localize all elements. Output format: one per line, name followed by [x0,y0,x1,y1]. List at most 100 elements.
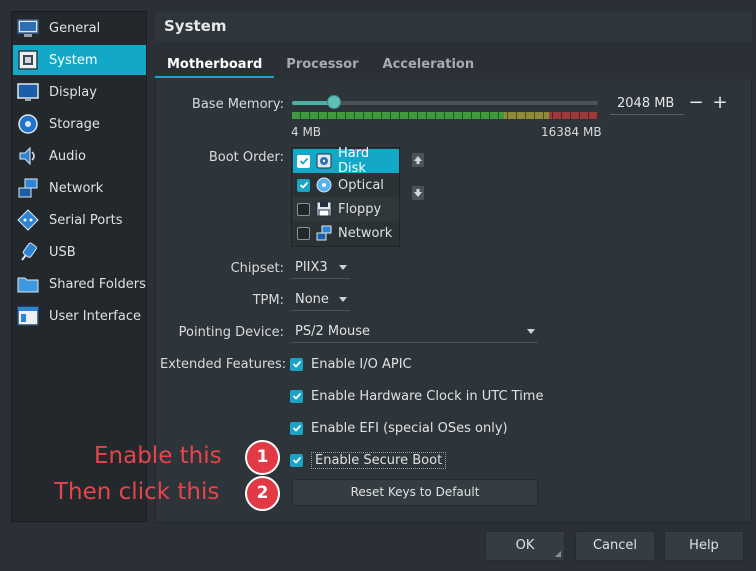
sidebar-item-label: Serial Ports [49,212,123,228]
sidebar-item-network[interactable]: Network [13,173,146,203]
sidebar-item-shared-folders[interactable]: Shared Folders [13,269,146,299]
chevron-down-icon [339,265,347,270]
resize-grip-icon [555,551,561,557]
base-memory-decrease-button[interactable]: − [688,92,704,114]
hard-disk-icon [316,153,332,169]
cancel-button[interactable]: Cancel [575,531,655,561]
base-memory-value-field[interactable]: 2048 MB [610,93,684,115]
sidebar-item-label: Audio [49,148,86,164]
arrow-down-icon [414,189,422,197]
chipset-value: PIIX3 [295,260,328,275]
display-icon [17,83,39,101]
pointing-device-value: PS/2 Mouse [295,324,371,339]
sidebar-item-label: USB [49,244,76,260]
chip-board-icon [18,50,38,70]
ok-button[interactable]: OK [485,531,565,561]
serial-port-icon [17,209,39,231]
boot-item-label: Hard Disk [338,146,370,176]
sidebar-item-user-interface[interactable]: User Interface [13,301,146,331]
pointing-device-label: Pointing Device: [178,325,284,340]
tpm-label: TPM: [252,293,284,308]
monitor-icon [17,19,39,37]
base-memory-max-label: 16384 MB [541,125,602,139]
annotation-step-1-badge: 1 [245,440,280,475]
chevron-down-icon [527,329,535,334]
boot-item-hard-disk[interactable]: Hard Disk [293,146,399,176]
boot-item-floppy[interactable]: Floppy [293,197,399,221]
tab-processor[interactable]: Processor [274,52,370,78]
boot-item-network[interactable]: Network [293,221,399,245]
sidebar-item-display[interactable]: Display [13,77,146,107]
floppy-icon [316,201,332,217]
sidebar-item-system[interactable]: System [13,45,146,75]
base-memory-increase-button[interactable]: + [712,92,728,114]
efi-checkbox[interactable] [290,421,303,435]
annotation-step-2-text: Then click this [54,479,220,505]
utc-clock-checkbox[interactable] [290,389,303,403]
boot-item-checkbox[interactable] [297,202,310,216]
tpm-value: None [295,292,329,307]
folder-icon [17,277,39,293]
sidebar-item-label: Storage [49,116,100,132]
annotation-step-1-text: Enable this [94,443,222,469]
page-title: System [164,17,227,35]
boot-item-optical[interactable]: Optical [293,173,399,197]
utc-clock-label: Enable Hardware Clock in UTC Time [311,388,544,404]
sidebar-item-storage[interactable]: Storage [13,109,146,139]
tpm-select[interactable]: None [291,289,350,311]
boot-item-label: Floppy [338,201,382,217]
enable-io-apic-option[interactable]: Enable I/O APIC [290,355,412,373]
pointing-device-select[interactable]: PS/2 Mouse [291,321,538,343]
base-memory-ticks [292,112,598,119]
tab-bar: Motherboard Processor Acceleration [155,52,486,80]
optical-disc-icon [316,177,332,193]
network-icon [18,178,38,198]
tab-acceleration[interactable]: Acceleration [371,52,487,78]
secure-boot-label: Enable Secure Boot [311,451,447,469]
boot-item-label: Optical [338,177,384,193]
sidebar-item-audio[interactable]: Audio [13,141,146,171]
boot-item-checkbox[interactable] [297,154,310,168]
sidebar-item-label: User Interface [49,308,141,324]
enable-efi-option[interactable]: Enable EFI (special OSes only) [290,419,508,437]
secure-boot-checkbox[interactable] [290,453,303,467]
io-apic-checkbox[interactable] [290,357,303,371]
base-memory-slider-handle[interactable] [327,95,341,109]
move-up-button[interactable] [412,153,424,167]
sidebar-item-label: Shared Folders [49,276,146,292]
base-memory-min-label: 4 MB [291,125,322,139]
sidebar-item-usb[interactable]: USB [13,237,146,267]
network-icon [316,225,332,241]
usb-icon [21,242,37,261]
help-button[interactable]: Help [664,531,744,561]
reset-keys-button[interactable]: Reset Keys to Default [292,479,538,506]
chipset-select[interactable]: PIIX3 [291,257,350,279]
chevron-down-icon [339,297,347,302]
annotation-step-2-badge: 2 [245,476,280,511]
page-title-bar [155,12,752,42]
extended-features-label: Extended Features: [160,357,287,372]
sidebar-item-label: General [49,20,101,36]
enable-utc-clock-option[interactable]: Enable Hardware Clock in UTC Time [290,387,543,405]
tab-motherboard[interactable]: Motherboard [155,52,275,78]
move-down-button[interactable] [412,186,424,200]
sidebar-item-general[interactable]: General [13,13,146,43]
base-memory-label: Base Memory: [191,97,284,112]
boot-item-label: Network [338,225,393,241]
sidebar-item-label: Display [49,84,97,100]
window-icon [17,306,39,326]
boot-order-label: Boot Order: [208,150,284,165]
sidebar-item-serial-ports[interactable]: Serial Ports [13,205,146,235]
sidebar-item-label: System [49,52,98,68]
efi-label: Enable EFI (special OSes only) [311,420,508,436]
speaker-icon [19,146,35,166]
chipset-label: Chipset: [230,261,284,276]
io-apic-label: Enable I/O APIC [311,356,412,372]
sidebar-item-label: Network [49,180,104,196]
boot-order-list: Hard Disk Optical Floppy Network [291,146,400,247]
boot-item-checkbox[interactable] [297,226,310,240]
ok-button-label: OK [515,538,535,553]
disk-icon [18,114,38,134]
boot-item-checkbox[interactable] [297,178,310,192]
enable-secure-boot-option[interactable]: Enable Secure Boot [290,451,447,469]
